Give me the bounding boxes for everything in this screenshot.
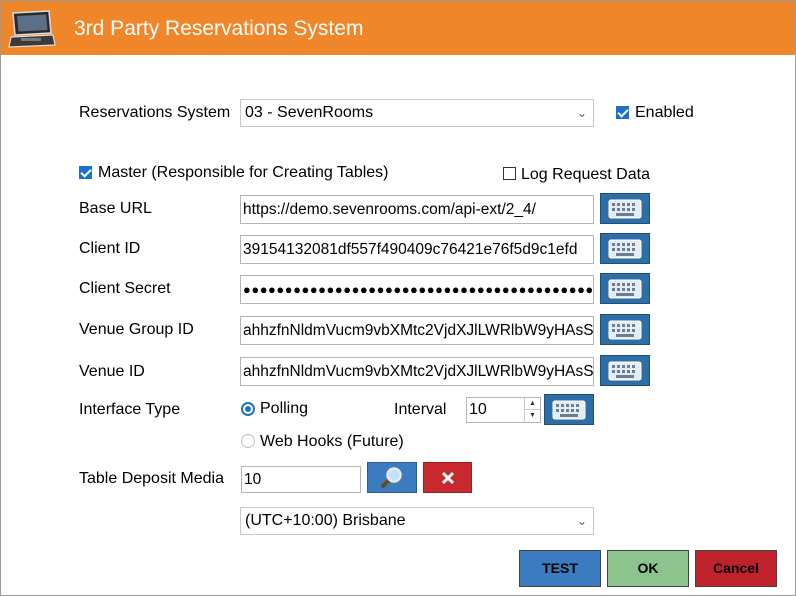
table-deposit-label: Table Deposit Media xyxy=(79,470,224,487)
polling-radio[interactable] xyxy=(241,402,255,416)
cancel-button[interactable]: Cancel xyxy=(695,550,777,587)
client-id-input[interactable]: 39154132081df557f490409c76421e76f5d9c1ef… xyxy=(240,235,594,264)
keyboard-icon xyxy=(608,199,642,218)
base-url-keyboard-button[interactable] xyxy=(600,193,650,224)
keyboard-icon xyxy=(608,279,642,298)
test-button[interactable]: TEST xyxy=(519,550,601,587)
pos-terminal-icon xyxy=(8,10,56,48)
interval-value: 10 xyxy=(469,401,487,418)
search-button[interactable] xyxy=(367,462,417,493)
table-deposit-input[interactable]: 10 xyxy=(241,466,361,493)
spin-up-icon[interactable]: ▲ xyxy=(525,398,540,410)
title-bar: 3rd Party Reservations System xyxy=(1,1,795,55)
x-icon xyxy=(441,471,454,484)
keyboard-icon xyxy=(608,361,642,380)
polling-label: Polling xyxy=(260,400,309,417)
venue-id-keyboard-button[interactable] xyxy=(600,355,650,386)
web-hooks-label: Web Hooks (Future) xyxy=(260,433,404,450)
keyboard-icon xyxy=(608,320,642,339)
chevron-down-icon: ⌄ xyxy=(576,106,587,120)
reservations-system-select[interactable]: 03 - SevenRooms ⌄ xyxy=(240,99,594,127)
timezone-select[interactable]: (UTC+10:00) Brisbane ⌄ xyxy=(240,507,594,535)
clear-button[interactable] xyxy=(423,462,472,493)
dialog-window: 3rd Party Reservations System Reservatio… xyxy=(0,0,796,596)
interface-type-label: Interface Type xyxy=(79,401,181,418)
window-title: 3rd Party Reservations System xyxy=(74,17,364,40)
master-checkbox[interactable] xyxy=(79,166,92,179)
interval-arrows: ▲ ▼ xyxy=(524,398,540,422)
enabled-label: Enabled xyxy=(635,104,694,121)
venue-group-id-keyboard-button[interactable] xyxy=(600,314,650,345)
keyboard-icon xyxy=(552,400,586,419)
interval-stepper[interactable]: 10 ▲ ▼ xyxy=(466,397,541,423)
client-secret-input[interactable]: ●●●●●●●●●●●●●●●●●●●●●●●●●●●●●●●●●●●●●●●●… xyxy=(240,275,594,304)
spin-down-icon[interactable]: ▼ xyxy=(525,410,540,422)
timezone-value: (UTC+10:00) Brisbane xyxy=(245,512,406,529)
master-label: Master (Responsible for Creating Tables) xyxy=(98,164,389,181)
interval-label: Interval xyxy=(394,401,447,418)
venue-group-id-label: Venue Group ID xyxy=(79,321,194,338)
base-url-label: Base URL xyxy=(79,200,152,217)
magnifier-icon xyxy=(381,466,402,488)
interval-keyboard-button[interactable] xyxy=(544,394,594,425)
chevron-down-icon: ⌄ xyxy=(576,514,587,528)
client-id-label: Client ID xyxy=(79,240,141,257)
client-secret-label: Client Secret xyxy=(79,280,171,297)
reservations-system-value: 03 - SevenRooms xyxy=(245,104,374,121)
reservations-system-label: Reservations System xyxy=(79,104,231,121)
enabled-checkbox[interactable] xyxy=(616,106,629,119)
ok-button[interactable]: OK xyxy=(607,550,689,587)
log-request-label: Log Request Data xyxy=(521,166,650,183)
web-hooks-radio[interactable] xyxy=(241,434,255,448)
log-request-checkbox[interactable] xyxy=(503,167,516,180)
client-secret-keyboard-button[interactable] xyxy=(600,273,650,304)
base-url-input[interactable]: https://demo.sevenrooms.com/api-ext/2_4/ xyxy=(240,195,594,224)
venue-group-id-input[interactable]: ahhzfnNldmVucm9vbXMtc2VjdXJlLWRlbW9yHAsS… xyxy=(240,316,594,345)
keyboard-icon xyxy=(608,239,642,258)
venue-id-label: Venue ID xyxy=(79,363,145,380)
venue-id-input[interactable]: ahhzfnNldmVucm9vbXMtc2VjdXJlLWRlbW9yHAsS… xyxy=(240,357,594,386)
client-id-keyboard-button[interactable] xyxy=(600,233,650,264)
